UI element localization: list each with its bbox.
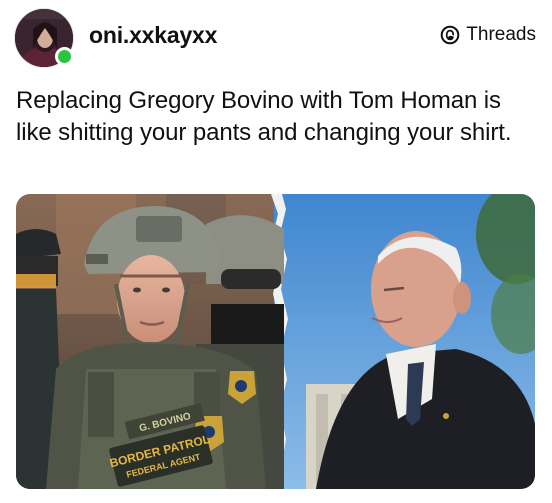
post-image[interactable]: G. BOVINO BORDER PATROL FEDERAL AGENT — [16, 194, 535, 489]
threads-post-screenshot: oni.xxkayxx Threads Replacing Gregory Bo… — [0, 0, 552, 503]
online-status-dot — [55, 47, 74, 66]
avatar[interactable] — [14, 8, 74, 68]
post-text: Replacing Gregory Bovino with Tom Homan … — [16, 87, 512, 146]
threads-brand[interactable]: Threads — [440, 24, 536, 46]
threads-label: Threads — [466, 24, 536, 45]
threads-logo-icon — [440, 25, 460, 45]
username[interactable]: oni.xxkayxx — [89, 22, 217, 49]
